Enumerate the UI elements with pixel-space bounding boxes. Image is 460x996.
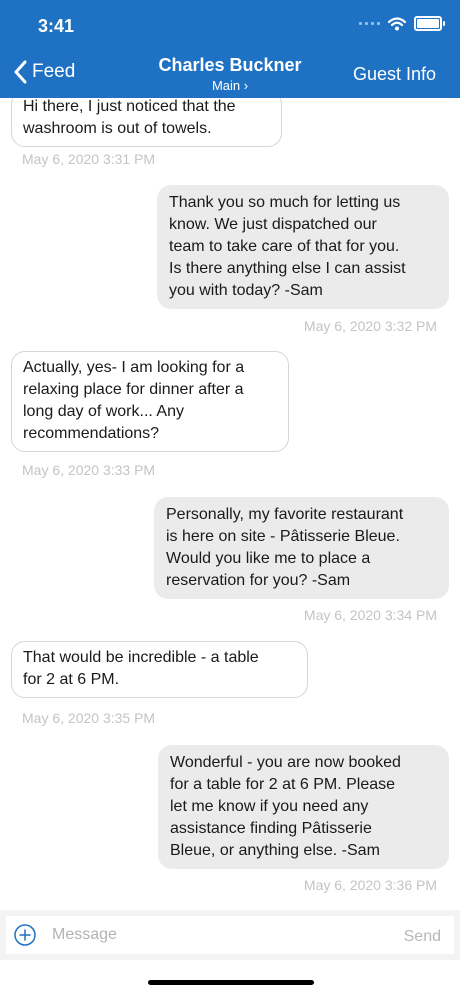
message-bubble-incoming: Actually, yes- I am looking for a relaxi…	[11, 351, 289, 452]
message-bubble-incoming: That would be incredible - a table for 2…	[11, 641, 308, 698]
message-line: washroom is out of towels.	[23, 120, 212, 137]
message-line: Wonderful - you are now booked	[170, 754, 401, 771]
status-time: 3:41	[38, 16, 75, 36]
message-line: for 2 at 6 PM.	[23, 671, 120, 688]
message-timestamp: May 6, 2020 3:33 PM	[22, 462, 156, 478]
message-line: Would you like me to place a	[166, 550, 371, 567]
message-line: let me know if you need any	[170, 798, 369, 815]
add-attachment-icon[interactable]	[14, 924, 36, 946]
message-line: long day of work... Any	[23, 403, 184, 420]
message-bubble-outgoing: Thank you so much for letting us know. W…	[157, 185, 449, 309]
message-line: you with today? -Sam	[169, 282, 323, 299]
message-line: assistance finding Pâtisserie	[170, 820, 372, 837]
message-timestamp: May 6, 2020 3:31 PM	[22, 151, 156, 167]
message-timestamp: May 6, 2020 3:36 PM	[303, 877, 437, 893]
message-line: is here on site - Pâtisserie Bleue.	[166, 528, 400, 545]
message-composer: Message Send	[0, 910, 460, 960]
cellular-signal-icon	[359, 22, 380, 25]
message-line: relaxing place for dinner after a	[23, 381, 244, 398]
message-line: That would be incredible - a table	[23, 649, 259, 666]
message-line: know. We just dispatched our	[169, 216, 377, 233]
message-line: Personally, my favorite restaurant	[166, 506, 404, 523]
composer-field-container: Message Send	[6, 916, 454, 954]
message-line: Is there anything else I can assist	[169, 260, 406, 277]
message-input[interactable]: Message	[52, 926, 117, 944]
wifi-icon	[388, 16, 406, 30]
message-bubble-outgoing: Personally, my favorite restaurant is he…	[154, 497, 449, 599]
message-line: team to take care of that for you.	[169, 238, 400, 255]
message-timestamp: May 6, 2020 3:34 PM	[303, 607, 437, 623]
message-line: recommendations?	[23, 425, 160, 442]
guest-info-button[interactable]: Guest Info	[353, 64, 436, 85]
message-line: Hi there, I just noticed that the	[23, 98, 236, 115]
message-timestamp: May 6, 2020 3:32 PM	[303, 318, 437, 334]
message-line: reservation for you? -Sam	[166, 572, 351, 589]
send-button[interactable]: Send	[404, 928, 441, 946]
navigation-header: 3:41 Feed Charles Buckner Main › Guest I…	[0, 0, 460, 98]
message-line: for a table for 2 at 6 PM. Please	[170, 776, 396, 793]
message-bubble-outgoing: Wonderful - you are now booked for a tab…	[158, 745, 449, 869]
home-indicator[interactable]	[148, 980, 314, 985]
status-icons	[359, 16, 445, 31]
message-line: Thank you so much for letting us	[169, 194, 401, 211]
message-line: Bleue, or anything else. -Sam	[170, 842, 380, 859]
message-bubble-incoming: Hi there, I just noticed that the washro…	[11, 98, 282, 147]
battery-icon	[414, 16, 445, 31]
message-line: Actually, yes- I am looking for a	[23, 359, 245, 376]
message-timestamp: May 6, 2020 3:35 PM	[22, 710, 156, 726]
message-thread[interactable]: Hi there, I just noticed that the washro…	[0, 98, 460, 910]
